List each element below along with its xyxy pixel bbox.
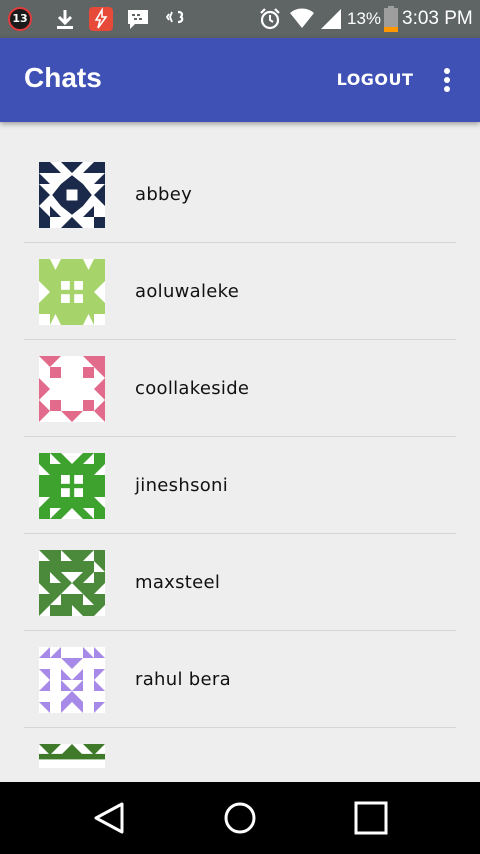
chat-item-jineshsoni[interactable]: jineshsoni: [24, 437, 456, 534]
chat-item-coollakeside[interactable]: coollakeside: [24, 340, 456, 437]
chat-item-abbey[interactable]: abbey: [24, 146, 456, 243]
avatar: [39, 356, 105, 422]
chat-name: abbey: [135, 184, 193, 205]
navigation-bar: [0, 782, 480, 854]
battery-percent: 13%: [347, 9, 382, 28]
clock: 3:03 PM: [402, 8, 473, 29]
status-bar: 13 13% 3:03 PM: [0, 0, 480, 38]
chat-item-rahul-bera[interactable]: rahul bera: [24, 631, 456, 728]
chat-list: abbey aoluwaleke coollakeside jineshsoni…: [24, 146, 456, 768]
signal-icon: [321, 9, 341, 29]
logout-button[interactable]: LOGOUT: [335, 66, 415, 94]
chat-name: jineshsoni: [135, 475, 229, 496]
avatar: [39, 259, 105, 325]
app-bar: Chats LOGOUT: [0, 38, 480, 122]
more-vert-icon[interactable]: [432, 62, 462, 98]
chat-name: maxsteel: [135, 572, 221, 593]
avatar: [39, 744, 105, 768]
avatar: [39, 550, 105, 616]
notification-badge-icon: 13: [8, 7, 32, 31]
page-title: Chats: [24, 62, 102, 93]
bbm-icon: [128, 10, 148, 29]
download-icon: [57, 10, 73, 29]
avatar: [39, 647, 105, 713]
recents-icon[interactable]: [341, 796, 401, 840]
avatar: [39, 162, 105, 228]
chat-name: aoluwaleke: [135, 281, 240, 302]
chat-name: coollakeside: [135, 378, 250, 399]
alarm-icon: [260, 8, 280, 30]
chat-item-maxsteel[interactable]: maxsteel: [24, 534, 456, 631]
flashlight-icon: [89, 7, 113, 31]
home-icon[interactable]: [210, 796, 270, 840]
battery-icon: [384, 6, 398, 32]
back-icon[interactable]: [79, 796, 139, 840]
chat-item-aoluwaleke[interactable]: aoluwaleke: [24, 243, 456, 340]
wifi-icon: [290, 8, 314, 28]
chat-name: rahul bera: [135, 669, 231, 690]
avatar: [39, 453, 105, 519]
vibrate-icon: [166, 10, 184, 24]
chat-item-partial[interactable]: [24, 728, 456, 768]
